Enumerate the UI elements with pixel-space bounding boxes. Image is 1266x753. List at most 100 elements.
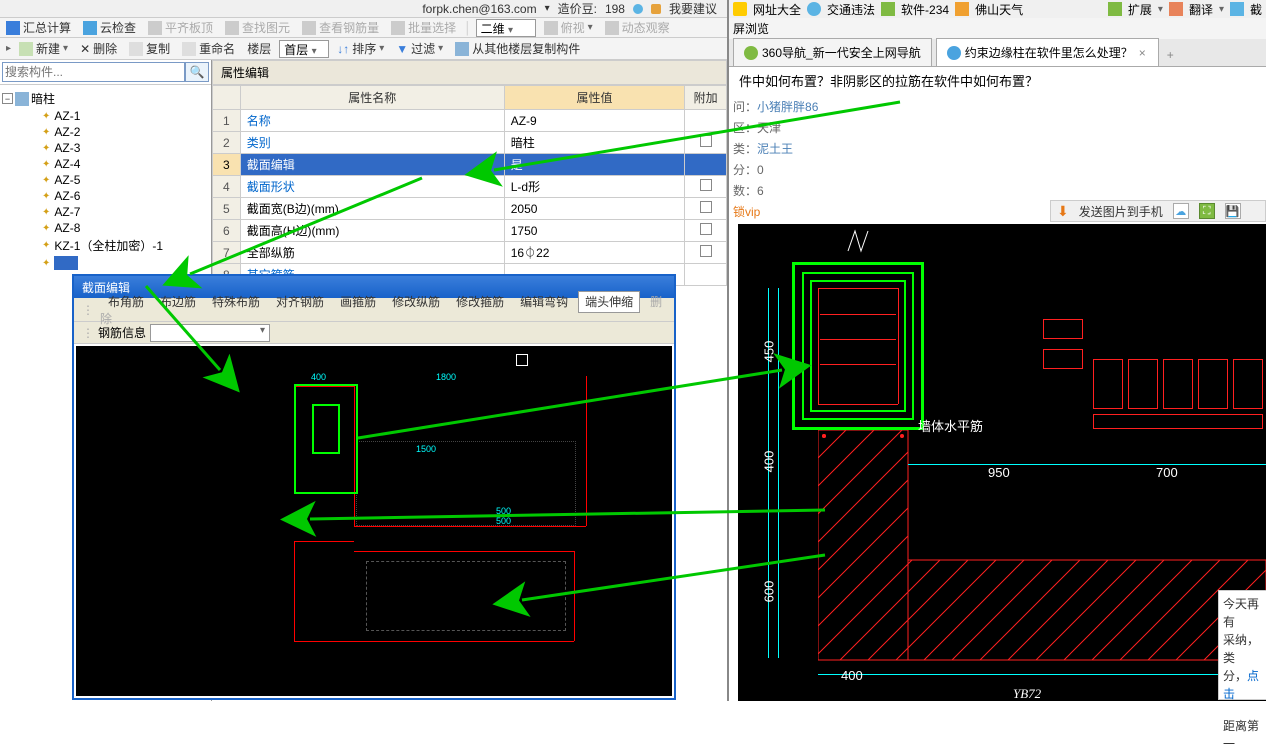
cad-boxes — [1043, 319, 1263, 439]
copy-button[interactable]: 复制 — [125, 39, 174, 58]
prop-extra[interactable] — [685, 242, 727, 264]
prop-value[interactable]: 16⏀22 — [504, 242, 685, 264]
tree-item[interactable]: ✦AZ-2 — [2, 124, 209, 140]
break-symbol — [843, 226, 873, 256]
sort-button[interactable]: ↓↑排序▾ — [333, 39, 388, 58]
tree-item[interactable]: ✦AZ-8 — [2, 220, 209, 236]
property-row[interactable]: 5截面宽(B边)(mm)2050 — [213, 198, 727, 220]
property-row[interactable]: 1名称AZ-9 — [213, 110, 727, 132]
section-tab[interactable]: 对齐钢筋 — [270, 292, 330, 312]
bm4[interactable]: 佛山天气 — [975, 1, 1023, 18]
search-input[interactable] — [2, 62, 185, 82]
tree-root[interactable]: − 暗柱 — [2, 89, 209, 108]
delete-button[interactable]: ✕ 删除 — [76, 39, 121, 58]
tree-item[interactable]: ✦AZ-6 — [2, 188, 209, 204]
rename-button[interactable]: 重命名 — [178, 39, 239, 58]
section-tab[interactable]: 编辑弯钩 — [514, 292, 574, 312]
tab-question[interactable]: 约束边缘柱在软件里怎么处理？ × — [936, 38, 1159, 66]
vip-link[interactable]: 锁vip — [733, 205, 760, 219]
cad-viewer[interactable]: ⬇ 发送图片到手机 ☁ ⛶ 💾 950 70 — [738, 224, 1266, 701]
bm1[interactable]: 网址大全 — [753, 1, 801, 18]
property-row[interactable]: 2类别暗柱 — [213, 132, 727, 154]
tab-close-icon[interactable]: × — [1137, 46, 1148, 60]
batch-button[interactable]: 批量选择 — [387, 18, 460, 37]
prop-extra[interactable] — [685, 198, 727, 220]
bm2[interactable]: 交通违法 — [827, 1, 875, 18]
property-row[interactable]: 4截面形状L-d形 — [213, 176, 727, 198]
section-tab[interactable]: 特殊布筋 — [206, 292, 266, 312]
expand-icon[interactable]: ▸ — [6, 43, 11, 54]
bm3[interactable]: 软件-234 — [901, 1, 949, 18]
prop-extra[interactable] — [685, 110, 727, 132]
ext-icon[interactable] — [1108, 2, 1122, 16]
floor-select[interactable]: 首层 ▾ — [279, 40, 329, 58]
sum-button[interactable]: 汇总计算 — [2, 18, 75, 37]
send-phone-button[interactable]: 发送图片到手机 — [1079, 203, 1163, 220]
property-row[interactable]: 3截面编辑是 — [213, 154, 727, 176]
dim-450v: 450 — [761, 341, 776, 363]
translate-icon[interactable] — [1169, 2, 1183, 16]
prop-extra[interactable] — [685, 176, 727, 198]
notification-icon[interactable] — [633, 4, 643, 14]
tree-item[interactable]: ✦KZ-1（全柱加密）-1 — [2, 236, 209, 255]
side-view-button[interactable]: 俯视▾ — [540, 18, 597, 37]
flat-button[interactable]: 平齐板顶 — [144, 18, 217, 37]
preview-label[interactable]: 屏浏览 — [733, 20, 769, 37]
section-tab[interactable]: 布边筋 — [154, 292, 202, 312]
prop-value[interactable]: 2050 — [504, 198, 685, 220]
marker-square — [516, 354, 528, 366]
filter-button[interactable]: ▼过滤▾ — [392, 39, 447, 58]
rebar-info-select[interactable]: ▾ — [150, 324, 270, 342]
tree-filter-icon[interactable] — [15, 92, 29, 106]
section-tab[interactable]: 修改箍筋 — [450, 292, 510, 312]
copy-other-button[interactable]: 从其他楼层复制构件 — [451, 39, 584, 58]
screenshot-icon[interactable] — [1230, 2, 1244, 16]
section-tab[interactable]: 修改纵筋 — [386, 292, 446, 312]
shape-line — [586, 376, 587, 526]
msg-icon[interactable] — [651, 4, 661, 14]
find-button[interactable]: 查找图元 — [221, 18, 294, 37]
prop-value[interactable]: 暗柱 — [504, 132, 685, 154]
prop-name: 类别 — [240, 132, 504, 154]
prop-extra[interactable] — [685, 220, 727, 242]
prop-value[interactable]: 1750 — [504, 220, 685, 242]
bookmark-icon[interactable] — [733, 2, 747, 16]
tree-item[interactable]: ✦AZ-7 — [2, 204, 209, 220]
tree-item[interactable]: ✦ — [2, 255, 209, 271]
cloud-upload-icon[interactable]: ☁ — [1173, 203, 1189, 219]
cat-link[interactable]: 泥土王 — [757, 142, 793, 156]
prop-extra[interactable] — [685, 154, 727, 176]
section-canvas[interactable]: 400 1800 1500 500 500 — [76, 346, 672, 696]
collapse-icon[interactable]: − — [2, 93, 13, 104]
section-tab[interactable]: 画箍筋 — [334, 292, 382, 312]
save-cad-icon[interactable]: 💾 — [1225, 203, 1241, 219]
fullscreen-icon[interactable]: ⛶ — [1199, 203, 1215, 219]
view-2d-select[interactable]: 二维 ▾ — [476, 19, 536, 37]
prop-extra[interactable] — [685, 132, 727, 154]
rebar-button[interactable]: 查看钢筋量 — [298, 18, 383, 37]
property-row[interactable]: 7全部纵筋16⏀22 — [213, 242, 727, 264]
section-tab[interactable]: 端头伸缩 — [578, 291, 640, 313]
user-link[interactable]: 小猪胖胖86 — [757, 100, 818, 114]
row-number: 6 — [213, 220, 241, 242]
dynamic-view-button[interactable]: 动态观察 — [601, 18, 674, 37]
tab-add-icon[interactable]: + — [1163, 44, 1178, 66]
cloud-check-button[interactable]: 云检查 — [79, 18, 140, 37]
search-button[interactable]: 🔍 — [185, 62, 209, 82]
suggest-link[interactable]: 我要建议 — [669, 0, 717, 17]
download-icon[interactable]: ⬇ — [1057, 203, 1069, 220]
tree-item[interactable]: ✦AZ-4 — [2, 156, 209, 172]
prop-extra[interactable] — [685, 264, 727, 286]
prop-value[interactable]: AZ-9 — [504, 110, 685, 132]
tree-item[interactable]: ✦AZ-5 — [2, 172, 209, 188]
tree-item[interactable]: ✦AZ-1 — [2, 108, 209, 124]
tree-item[interactable]: ✦AZ-3 — [2, 140, 209, 156]
prop-value[interactable]: L-d形 — [504, 176, 685, 198]
prop-value[interactable]: 是 — [504, 154, 685, 176]
property-panel: 属性编辑 属性名称 属性值 附加 1名称AZ-92类别暗柱3截面编辑是4截面形状… — [212, 60, 727, 280]
property-row[interactable]: 6截面高(H边)(mm)1750 — [213, 220, 727, 242]
tab-360[interactable]: 360导航_新一代安全上网导航 — [733, 38, 932, 66]
email-dropdown-icon[interactable]: ▾ — [545, 3, 550, 14]
tree-root-label: 暗柱 — [31, 90, 55, 107]
new-button[interactable]: 新建▾ — [15, 39, 72, 58]
